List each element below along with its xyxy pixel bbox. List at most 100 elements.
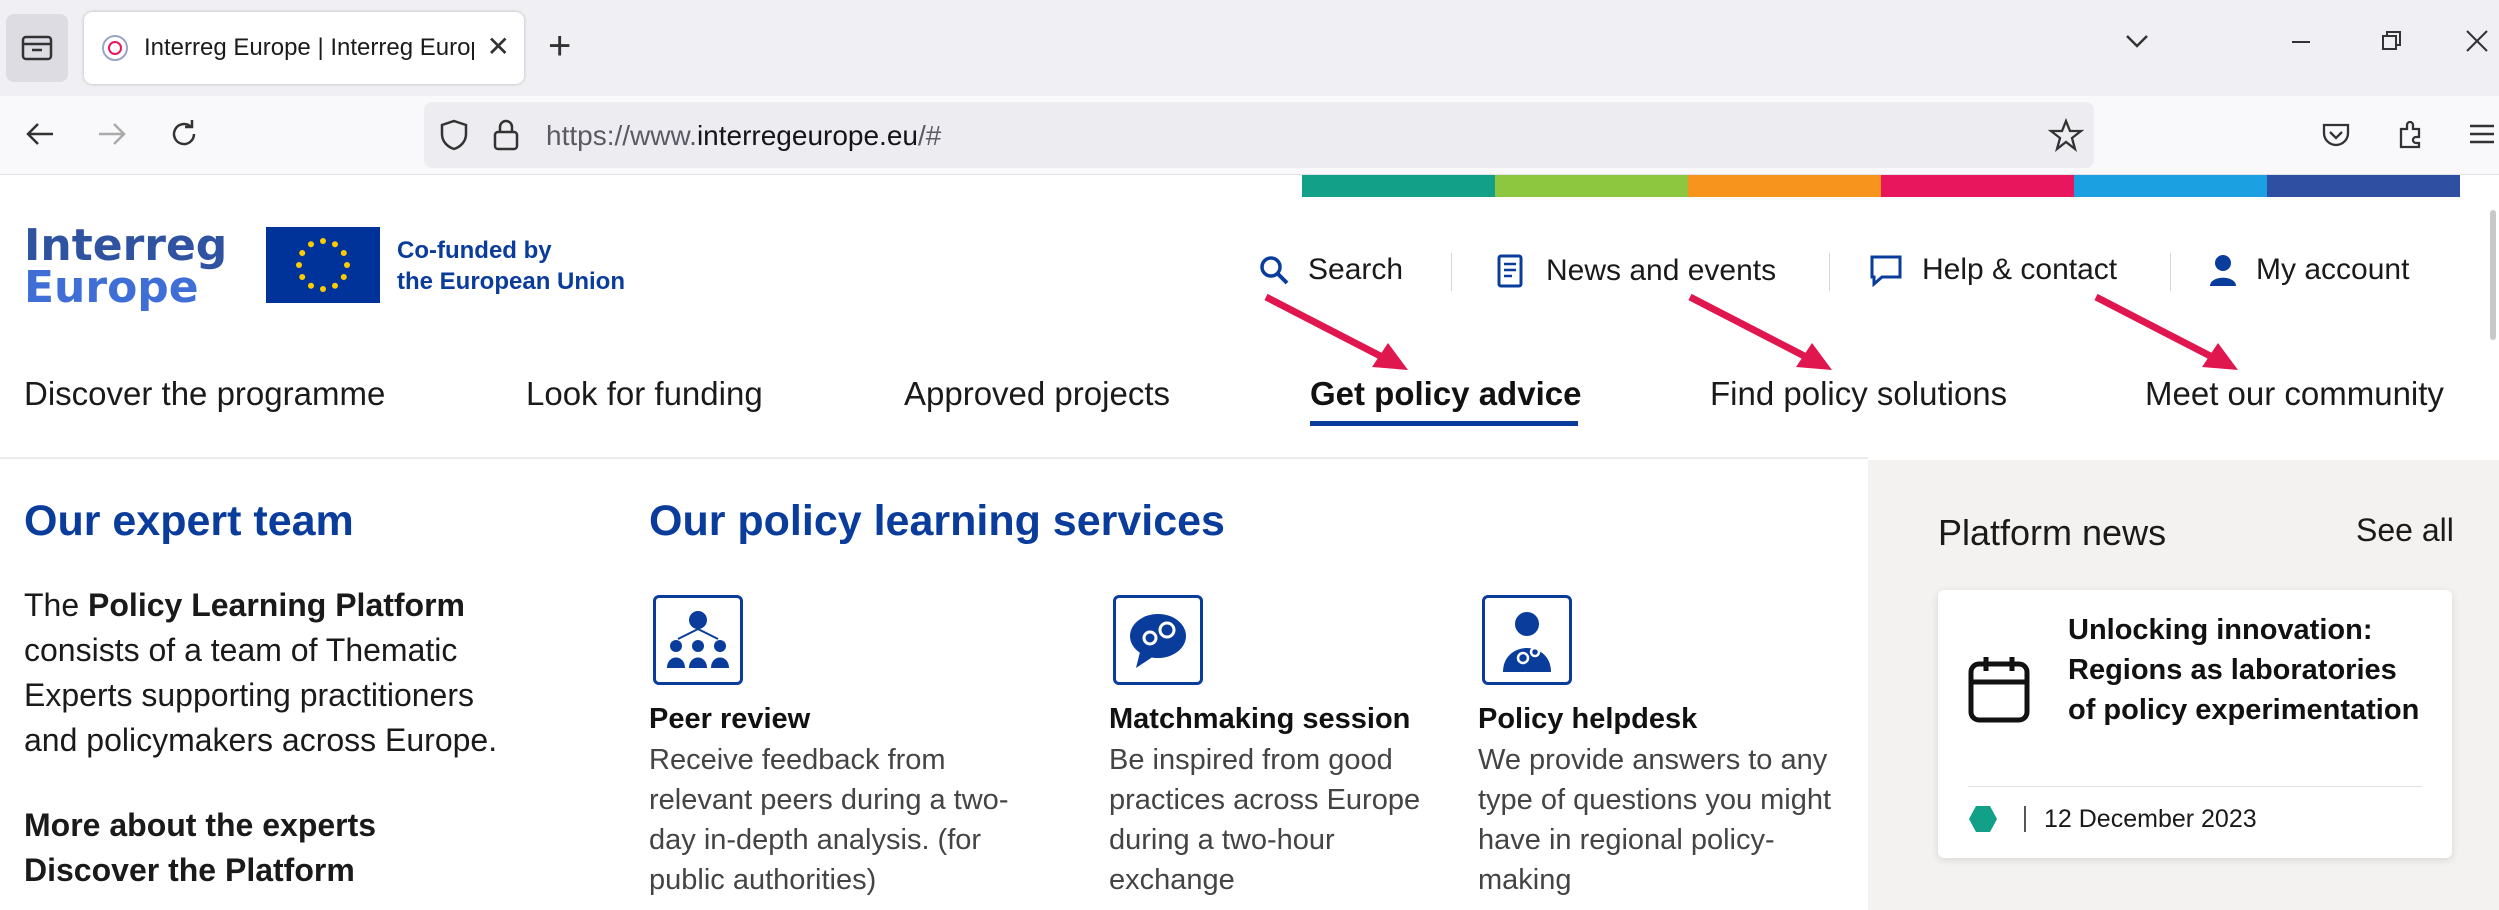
people-network-icon (653, 595, 743, 685)
expert-team-heading: Our expert team (24, 497, 354, 545)
see-all-link[interactable]: See all (2356, 512, 2454, 549)
eu-flag-icon (266, 227, 380, 303)
shield-icon[interactable] (436, 117, 472, 153)
color-bar-segment (1302, 175, 1495, 197)
utility-my-account[interactable]: My account (2208, 253, 2409, 287)
utility-separator (1451, 253, 1452, 291)
peer-review-title[interactable]: Peer review (649, 703, 810, 736)
cofunded-label: Co-funded by the European Union (397, 235, 625, 297)
eu-star (299, 274, 306, 280)
color-bar-segment (1881, 175, 2074, 197)
nav-look-for-funding[interactable]: Look for funding (526, 375, 763, 413)
user-icon (2210, 255, 2236, 286)
nav-approved-projects[interactable]: Approved projects (904, 375, 1170, 413)
active-nav-underline (1310, 421, 1578, 426)
logo-word-interreg: Interreg (24, 220, 228, 271)
utility-news-events[interactable]: News and events (1494, 253, 1776, 289)
tab-overflow-chevron-icon[interactable] (2122, 26, 2152, 67)
tab-list-icon (21, 35, 53, 61)
close-window-icon[interactable] (2462, 26, 2492, 67)
news-card-meta: 12 December 2023 (1968, 804, 2257, 834)
nav-get-policy-advice[interactable]: Get policy advice (1310, 375, 1581, 413)
browser-nav-bar: https://www.interregeurope.eu/# (0, 96, 2499, 175)
eu-star (296, 262, 302, 268)
nav-find-policy-solutions[interactable]: Find policy solutions (1710, 375, 2007, 413)
browser-tab-active[interactable]: Interreg Europe | Interreg Europe ✕ (84, 12, 524, 84)
utility-search[interactable]: Search (1258, 253, 1403, 287)
news-card-divider (1968, 786, 2422, 787)
eu-star (320, 286, 326, 292)
interreg-favicon-icon (102, 35, 128, 61)
utility-help-label: Help & contact (1922, 253, 2118, 286)
news-card[interactable]: Unlocking innovation: Regions as laborat… (1938, 590, 2452, 858)
color-bar-segment (2074, 175, 2267, 197)
news-card-title[interactable]: Unlocking innovation: Regions as laborat… (2068, 610, 2428, 730)
platform-news-heading: Platform news (1938, 512, 2167, 553)
cofunded-line-1: Co-funded by (397, 237, 552, 264)
expert-team-description: The Policy Learning Platform consists of… (24, 587, 498, 758)
utility-help-contact[interactable]: Help & contact (1868, 253, 2117, 287)
utility-search-label: Search (1308, 253, 1404, 286)
calendar-icon (1968, 657, 2030, 723)
interreg-logo[interactable]: Interreg Europe (24, 220, 228, 313)
eu-star (340, 250, 347, 256)
pocket-icon[interactable] (2316, 114, 2356, 154)
newspaper-icon (1497, 254, 1523, 288)
browser-tab-bar: Interreg Europe | Interreg Europe ✕ + (0, 0, 2499, 96)
nav-discover-programme[interactable]: Discover the programme (24, 375, 385, 413)
web-page: Interreg Europe Co-funded by the Europea… (0, 175, 2499, 910)
extensions-icon[interactable] (2390, 114, 2430, 154)
chat-icon (1870, 255, 1902, 287)
platform-news-sidebar: Platform news See all Unlocking innovati… (1868, 460, 2499, 910)
bookmark-star-icon[interactable] (2048, 117, 2084, 153)
peer-review-description: Receive feedback from relevant peers dur… (649, 744, 1009, 896)
minimize-icon[interactable] (2286, 26, 2316, 67)
eu-star (308, 282, 314, 289)
search-icon (1260, 256, 1289, 285)
discover-platform-link[interactable]: Discover the Platform (24, 852, 355, 889)
brand-color-bar (1302, 175, 2460, 197)
eu-star (299, 250, 306, 256)
new-tab-icon[interactable]: + (548, 26, 571, 66)
color-bar-segment (2267, 175, 2460, 197)
more-about-experts-link[interactable]: More about the experts (24, 807, 376, 844)
policy-helpdesk-description: We provide answers to any type of questi… (1478, 744, 1832, 896)
chat-gears-icon (1113, 595, 1203, 685)
utility-news-label: News and events (1546, 254, 1777, 287)
url-bar[interactable]: https://www.interregeurope.eu/# (424, 102, 2094, 168)
url-text[interactable]: https://www.interregeurope.eu/# (546, 120, 941, 152)
services-heading: Our policy learning services (649, 497, 1225, 545)
reload-icon[interactable] (164, 114, 204, 154)
back-icon[interactable] (20, 114, 60, 154)
matchmaking-session-title[interactable]: Matchmaking session (1109, 703, 1410, 736)
utility-separator (2170, 253, 2171, 291)
color-bar-segment (1688, 175, 1881, 197)
forward-icon[interactable] (92, 114, 132, 154)
policy-helpdesk-title[interactable]: Policy helpdesk (1478, 703, 1697, 736)
tab-close-icon[interactable]: ✕ (487, 32, 510, 62)
nav-meet-our-community[interactable]: Meet our community (2145, 375, 2444, 413)
annotation-arrow (1688, 293, 1832, 370)
menu-icon[interactable] (2462, 114, 2499, 154)
eu-star (332, 241, 338, 248)
eu-star (340, 274, 347, 280)
logo-word-europe: Europe (24, 262, 199, 313)
restore-icon[interactable] (2376, 26, 2406, 67)
tab-list-button[interactable] (6, 14, 68, 82)
nav-divider (0, 457, 1868, 459)
topic-hexagon-icon (1969, 806, 1997, 832)
annotation-arrow (2094, 293, 2238, 370)
color-bar-segment (1495, 175, 1688, 197)
eu-star (308, 241, 314, 248)
person-gears-icon (1482, 595, 1572, 685)
eu-star (332, 282, 338, 289)
lock-icon[interactable] (490, 117, 522, 153)
utility-separator (1829, 253, 1830, 291)
meta-separator (2024, 806, 2026, 832)
eu-star (320, 238, 326, 244)
annotation-arrow (1264, 293, 1408, 370)
eu-star (344, 262, 350, 268)
news-card-date: 12 December 2023 (2044, 804, 2257, 833)
utility-account-label: My account (2256, 253, 2410, 286)
page-scrollbar-thumb[interactable] (2490, 210, 2496, 340)
